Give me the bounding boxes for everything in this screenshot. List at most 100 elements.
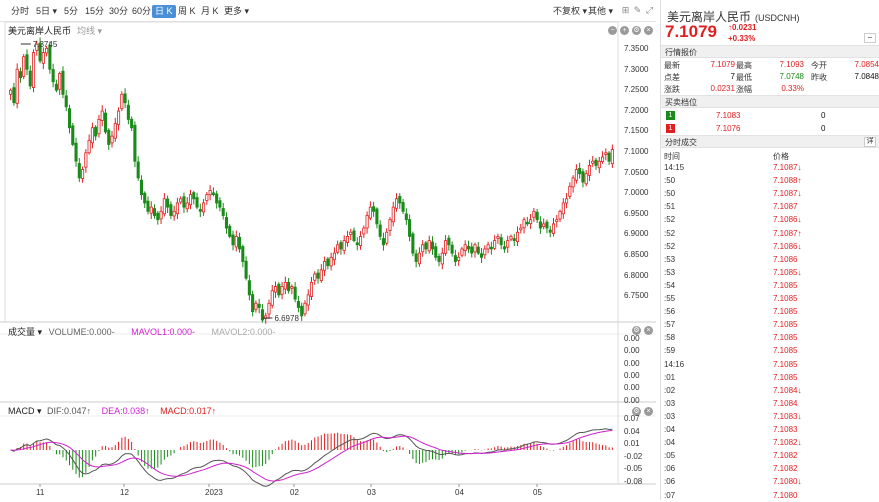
tick-row: :01 7.1085 [661,371,879,384]
candle-body [444,240,448,254]
macd-tick-label: 0.04 [624,426,640,436]
candle-body [385,231,389,244]
candle-body [316,272,320,279]
candle-body [323,261,327,271]
candle-body [45,47,49,54]
candle-body [470,246,474,254]
candle-body [522,219,526,229]
candle-body [211,192,215,196]
tick-price: 7.1085 [773,320,798,330]
candle-body [476,246,480,254]
price-tick-label: 7.1000 [624,147,649,156]
tick-row: :53 7.1086 [661,253,879,266]
candle-body [208,190,212,196]
candle-body [594,159,598,166]
arrow-down-icon: ↓ [797,215,802,225]
instrument-code: (USDCNH) [755,13,800,23]
candle-body [597,160,601,169]
min-price-label: 6.6978 [274,314,299,323]
candle-body [84,152,88,168]
tick-row: :06 7.1080↓ [661,475,879,488]
candle-body [447,237,451,246]
arrow-down-icon: ↓ [797,438,802,448]
orderbook-price: 7.1076 [716,124,741,133]
volume-indicator-dropdown[interactable]: 成交量 ▾ [8,327,42,337]
x-tick-label: 11 [36,488,45,497]
tick-time: :53 [664,267,676,277]
candle-body [31,52,36,88]
x-tick-label: 04 [455,488,464,497]
candle-body [525,221,529,225]
price-panel-title: 美元离岸人民币 均线 ▾ [8,24,102,37]
candle-body [67,108,72,129]
macd-tick-label: -0.08 [624,476,643,486]
mavol2-legend: MAVOL2:0.000- [211,327,276,337]
kline-chart[interactable]: 7.3745 6.6978 [0,0,656,500]
minus-icon[interactable]: − [608,26,617,35]
quote-value: 7.1093 [779,60,804,69]
volume-tick-label: 0.00 [624,334,640,343]
close-icon[interactable]: × [644,26,653,35]
quote-label: 今开 [811,61,827,70]
candle-body [574,169,578,181]
gear-icon[interactable]: ⚙ [632,26,641,35]
tick-price: 7.1085 [773,359,798,369]
quote-label: 最高 [736,61,752,70]
candle-body [368,206,372,219]
candle-body [64,95,68,108]
candle-body [25,54,29,70]
volume-close-icon[interactable]: × [644,326,653,335]
tick-row: 14:16 7.1085 [661,358,879,371]
macd-tick-label: 0.07 [624,414,640,423]
candle-body [28,70,32,87]
tick-row: :59 7.1085 [661,344,879,357]
candle-body [568,185,572,197]
candle-body [123,93,127,104]
tick-time: :59 [664,346,676,356]
candle-body [156,212,160,221]
candle-body [548,229,552,233]
tick-row: :03 7.1084 [661,397,879,410]
candle-body [120,93,124,110]
tick-time: :51 [664,202,676,212]
candle-body [94,126,98,137]
candle-body [133,124,137,162]
collapse-button[interactable]: − [864,33,876,43]
plus-icon[interactable]: + [620,26,629,35]
candle-body [542,223,546,227]
candle-body [610,149,614,165]
tick-price: 7.1086↓ [773,215,802,225]
candle-body [355,242,359,246]
candle-body [493,240,497,249]
candle-body [453,255,457,262]
candle-body [558,210,562,220]
price-tick-label: 6.9500 [624,208,649,218]
candle-body [273,286,278,293]
candle-body [61,70,65,95]
orderbook-price: 7.1083 [716,111,741,120]
candle-body [172,210,176,217]
tick-price: 7.1083↓ [773,411,802,421]
candle-body [430,241,435,250]
price-tick-label: 6.9000 [624,229,649,239]
ma-dropdown[interactable]: 均线 ▾ [77,26,102,36]
tick-row: :03 7.1083↓ [661,410,879,423]
candle-body [87,139,91,154]
candle-body [296,301,300,308]
tick-time: :50 [664,189,676,199]
candle-body [107,129,111,145]
volume-tick-label: 0.00 [624,370,640,380]
candle-body [97,119,101,135]
x-tick-label: 02 [290,488,299,497]
candle-body [551,223,556,234]
candle-body [365,215,369,229]
macd-tick-label: -0.05 [624,464,643,473]
tick-detail-button[interactable]: 详 [864,137,876,147]
tick-row: :04 7.1083 [661,423,879,436]
macd-indicator-dropdown[interactable]: MACD ▾ [8,406,42,416]
macd-close-icon[interactable]: × [644,407,653,416]
candle-body [136,161,140,179]
section-orderbook: 买卖档位 [661,95,879,108]
candle-body [149,206,153,214]
volume-legend: VOLUME:0.000- [48,327,115,337]
